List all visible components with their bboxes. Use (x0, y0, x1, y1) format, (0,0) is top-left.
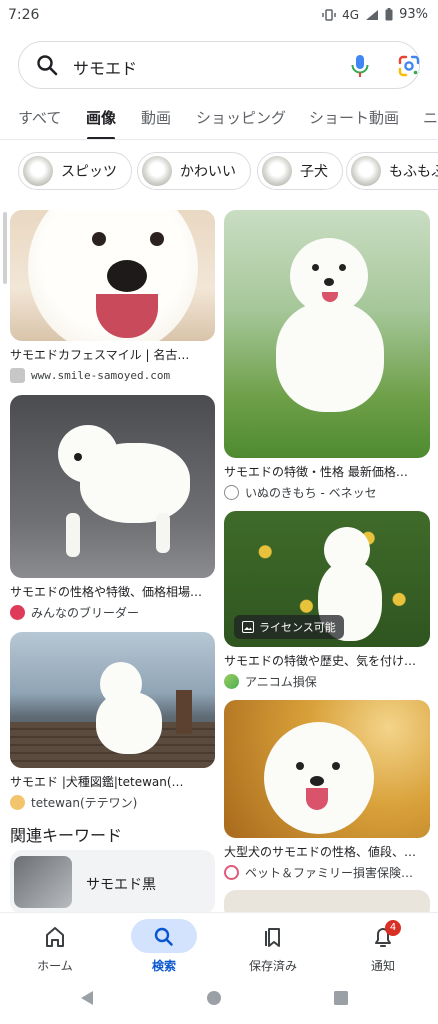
result-source[interactable]: アニコム損保 (224, 673, 430, 689)
result-image[interactable]: ライセンス可能 (224, 511, 430, 647)
search-icon (37, 55, 58, 76)
chip-label: かわいい (180, 164, 236, 180)
source-label: www.smile-samoyed.com (31, 368, 171, 382)
signal-icon (366, 9, 379, 20)
result-source[interactable]: www.smile-samoyed.com (10, 367, 215, 383)
image-icon (242, 621, 254, 633)
result-image[interactable] (224, 700, 430, 838)
related-keyword-item[interactable]: サモエド黒 (10, 850, 215, 914)
chip-label: 子犬 (300, 164, 328, 180)
source-label: いぬのきもち - ベネッセ (245, 485, 377, 500)
system-navigation-bar (0, 982, 438, 1024)
search-tabs: すべて 画像 動画 ショッピング ショート動画 ニ (0, 100, 438, 140)
vibrate-icon (322, 8, 336, 21)
result-title[interactable]: サモエドの特徴・性格 最新価格… (224, 463, 430, 479)
network-type: 4G (342, 7, 360, 22)
search-bar[interactable]: サモエド (18, 41, 420, 89)
result-image[interactable] (224, 210, 430, 458)
chip-thumbnail (351, 156, 381, 186)
tab-all[interactable]: すべて (18, 107, 61, 128)
related-keyword-label: サモエド黒 (86, 877, 156, 893)
nav-label: ホーム (37, 959, 73, 973)
battery-icon (385, 8, 393, 21)
result-source[interactable]: tetewan(テテワン) (10, 794, 215, 810)
search-query[interactable]: サモエド (73, 55, 137, 79)
result-title[interactable]: サモエド |犬種図鑑|tetewan(… (10, 773, 215, 789)
chip-thumbnail (262, 156, 292, 186)
nav-home[interactable]: ホーム (0, 913, 110, 983)
result-title[interactable]: 大型犬のサモエドの性格、値段、… (224, 843, 430, 859)
status-bar: 7:26 4G 93% (0, 0, 438, 32)
tab-shopping[interactable]: ショッピング (196, 107, 286, 128)
tab-short-videos[interactable]: ショート動画 (309, 107, 399, 128)
result-image[interactable] (10, 395, 215, 578)
source-label: アニコム損保 (245, 674, 317, 689)
bottom-navigation: ホーム 検索 保存済み 4 通知 (0, 912, 438, 982)
recents-icon[interactable] (333, 990, 349, 1006)
chip-thumbnail (142, 156, 172, 186)
result-title[interactable]: サモエドカフェスマイル | 名古… (10, 346, 215, 362)
active-tab-indicator (87, 137, 115, 139)
favicon-icon (10, 367, 25, 383)
result-source[interactable]: みんなのブリーダー (10, 604, 215, 620)
favicon-icon (10, 794, 25, 810)
result-card[interactable]: 大型犬のサモエドの性格、値段、… ペット＆ファミリー損害保険… (224, 700, 430, 880)
result-card[interactable]: ライセンス可能 サモエドの特徴や歴史、気を付け… アニコム損保 (224, 511, 430, 689)
search-icon (154, 927, 173, 946)
source-label: みんなのブリーダー (31, 605, 140, 620)
nav-notifications[interactable]: 4 通知 (328, 913, 438, 983)
result-source[interactable]: ペット＆ファミリー損害保険… (224, 864, 430, 880)
chip-thumbnail (23, 156, 53, 186)
google-lens-icon[interactable] (397, 54, 421, 78)
license-label: ライセンス可能 (259, 621, 336, 634)
nav-label: 検索 (151, 959, 176, 973)
related-thumbnail (14, 856, 72, 908)
scrollbar[interactable] (3, 212, 7, 284)
tab-videos[interactable]: 動画 (141, 107, 171, 128)
nav-label: 保存済み (248, 959, 297, 973)
result-title[interactable]: サモエドの性格や特徴、価格相場… (10, 583, 215, 599)
notification-badge: 4 (385, 920, 401, 936)
source-label: tetewan(テテワン) (31, 795, 138, 810)
favicon-icon (224, 484, 239, 500)
nav-search[interactable]: 検索 (109, 913, 219, 983)
chip-cute[interactable]: かわいい (137, 152, 251, 190)
nav-saved[interactable]: 保存済み (218, 913, 328, 983)
back-icon[interactable] (79, 990, 95, 1006)
chip-label: スピッツ (61, 164, 117, 180)
related-keywords-heading: 関連キーワード (10, 826, 123, 845)
result-card[interactable]: サモエド |犬種図鑑|tetewan(… tetewan(テテワン) (10, 632, 215, 810)
result-card[interactable]: サモエドの特徴・性格 最新価格… いぬのきもち - ベネッセ (224, 210, 430, 500)
battery-level: 93% (399, 7, 428, 22)
microphone-icon[interactable] (349, 53, 371, 79)
status-icons: 4G 93% (322, 7, 428, 22)
nav-label: 通知 (370, 959, 395, 973)
suggestion-chips: スピッツ かわいい 子犬 もふもふ (0, 152, 438, 192)
source-label: ペット＆ファミリー損害保険… (245, 865, 414, 880)
result-title[interactable]: サモエドの特徴や歴史、気を付け… (224, 652, 430, 668)
tab-news[interactable]: ニ (423, 107, 438, 128)
result-card[interactable]: サモエドの性格や特徴、価格相場… みんなのブリーダー (10, 395, 215, 620)
favicon-icon (224, 864, 239, 880)
result-image[interactable] (10, 632, 215, 768)
chip-fluffy[interactable]: もふもふ (346, 152, 438, 190)
chip-puppy[interactable]: 子犬 (257, 152, 343, 190)
home-icon (46, 927, 64, 947)
chip-spitz[interactable]: スピッツ (18, 152, 132, 190)
favicon-icon (10, 604, 25, 620)
chip-label: もふもふ (389, 164, 438, 180)
license-badge[interactable]: ライセンス可能 (234, 615, 344, 639)
bookmarks-icon (265, 928, 280, 947)
status-time: 7:26 (8, 7, 40, 23)
result-card[interactable]: サモエドカフェスマイル | 名古… www.smile-samoyed.com (10, 210, 215, 383)
result-image[interactable] (10, 210, 215, 341)
tab-images[interactable]: 画像 (86, 107, 116, 128)
home-button-icon[interactable] (206, 990, 222, 1006)
result-source[interactable]: いぬのきもち - ベネッセ (224, 484, 430, 500)
favicon-icon (224, 673, 239, 689)
